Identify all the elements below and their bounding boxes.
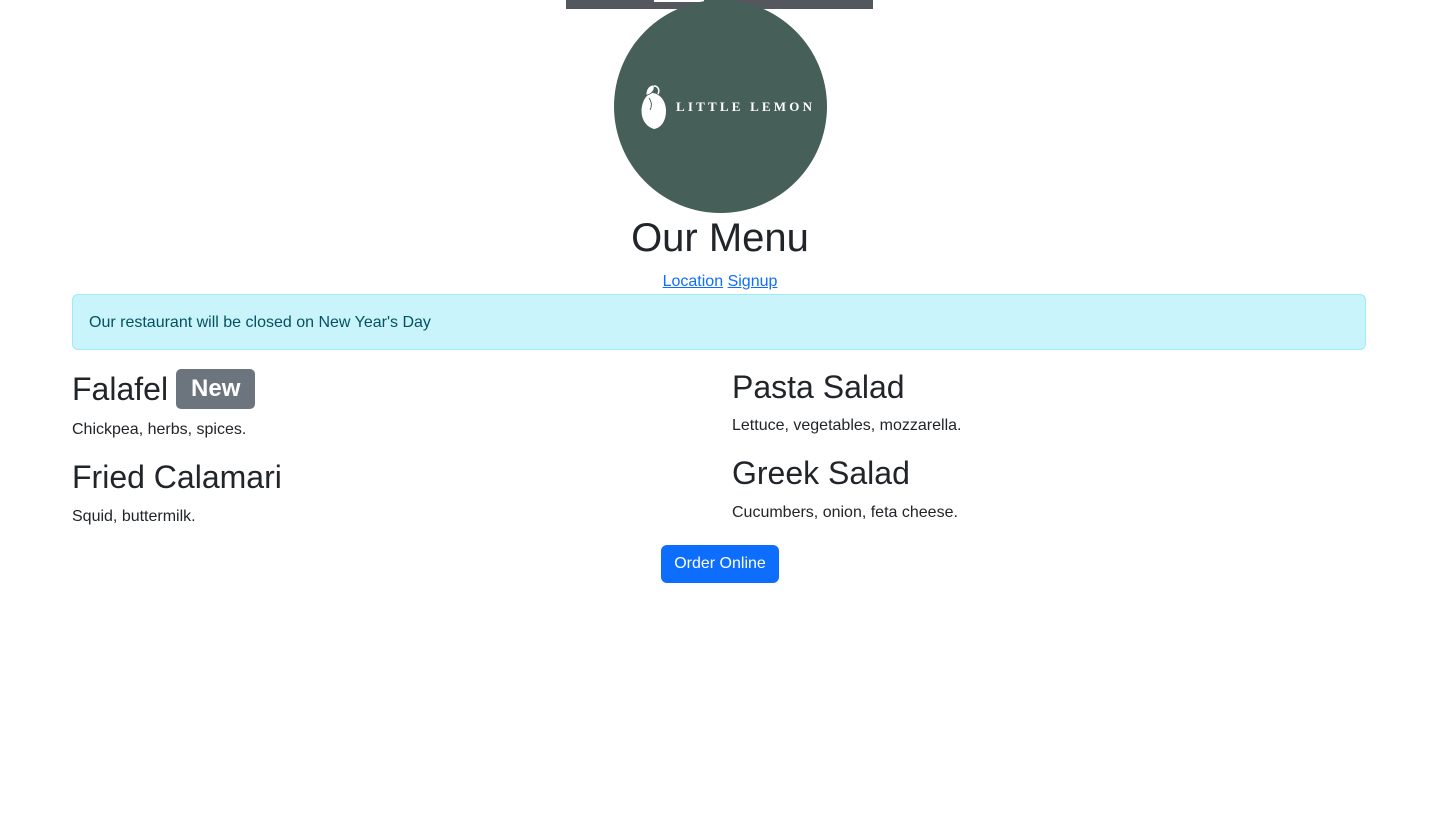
- signup-link[interactable]: Signup: [728, 273, 778, 290]
- menu-item-greek-salad: Greek Salad Cucumbers, onion, feta chees…: [732, 454, 958, 525]
- order-online-button[interactable]: Order Online: [661, 545, 779, 583]
- menu-item-name: Falafel: [72, 370, 169, 407]
- logo-text: LITTLE LEMON: [676, 99, 816, 114]
- menu-item-fried-calamari: Fried Calamari Squid, buttermilk.: [72, 458, 282, 529]
- lemon-icon: [641, 84, 666, 129]
- new-badge: New: [176, 369, 256, 409]
- menu-item-pasta-salad: Pasta Salad Lettuce, vegetables, mozzare…: [732, 368, 961, 438]
- menu-item-description: Lettuce, vegetables, mozzarella.: [732, 417, 962, 435]
- menu-item-name: Greek Salad: [732, 455, 910, 491]
- alert-message: Our restaurant will be closed on New Yea…: [89, 314, 431, 331]
- location-link[interactable]: Location: [663, 273, 724, 290]
- menu-item-falafel: Falafel New Chickpea, herbs, spices.: [72, 369, 256, 442]
- menu-item-title: Fried Calamari: [72, 458, 282, 496]
- menu-item-name: Pasta Salad: [732, 369, 905, 405]
- menu-item-title: Pasta Salad: [732, 368, 961, 406]
- logo: LITTLE LEMON: [614, 0, 827, 213]
- nav-links: Location Signup: [0, 272, 1440, 292]
- closure-alert: Our restaurant will be closed on New Yea…: [72, 294, 1366, 350]
- menu-item-title: Greek Salad: [732, 454, 958, 492]
- menu-item-description: Chickpea, herbs, spices.: [72, 421, 247, 438]
- page-title: Our Menu: [631, 216, 809, 260]
- menu-item-name: Fried Calamari: [72, 459, 282, 495]
- menu-item-title: Falafel New: [72, 369, 256, 409]
- menu-item-description: Cucumbers, onion, feta cheese.: [732, 504, 958, 522]
- menu-item-description: Squid, buttermilk.: [72, 508, 196, 526]
